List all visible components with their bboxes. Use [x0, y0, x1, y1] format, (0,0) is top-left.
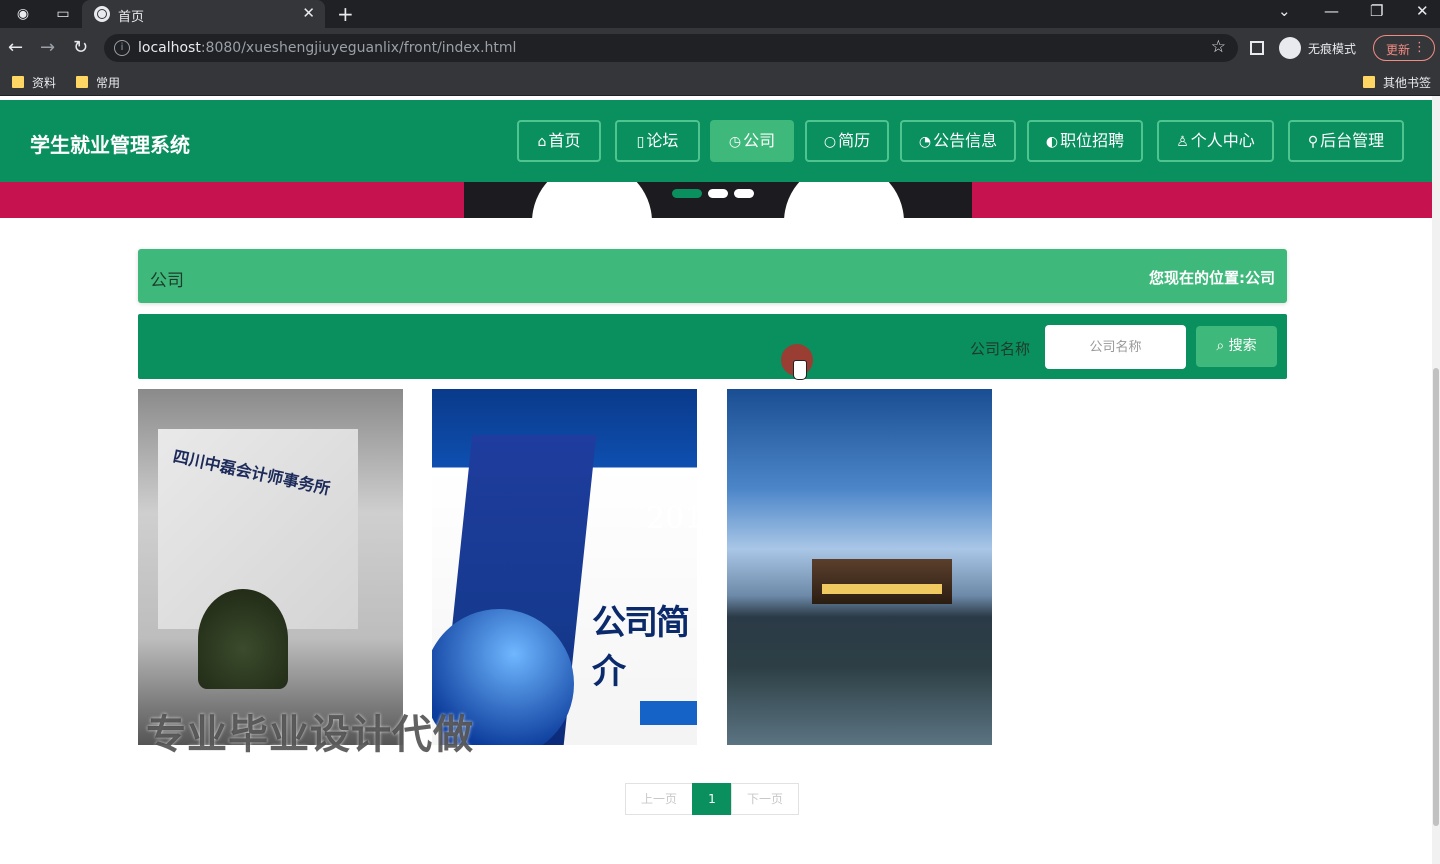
nav-label: 公告信息	[933, 131, 998, 150]
folder-icon	[12, 76, 24, 88]
tab-list-chevron-icon[interactable]: ⌄	[1278, 2, 1291, 20]
breadcrumb-location: 您现在的位置:公司	[1149, 267, 1275, 288]
reload-icon[interactable]: ↻	[73, 37, 88, 59]
card-image-lights	[822, 584, 942, 594]
restore-icon[interactable]: ❐	[1370, 2, 1383, 20]
nav-label: 职位招聘	[1060, 131, 1125, 150]
nav-label: 后台管理	[1320, 131, 1385, 150]
search-label: 公司名称	[970, 340, 1031, 358]
browser-tab[interactable]: 首页 ✕	[82, 0, 325, 28]
search-button[interactable]: ⌕ 搜索	[1196, 326, 1277, 367]
site-info-icon[interactable]: i	[114, 40, 130, 56]
page-number-current[interactable]: 1	[692, 783, 732, 815]
tab-title: 首页	[118, 10, 145, 25]
user-icon: ♙	[1176, 134, 1189, 150]
prev-page-button[interactable]: 上一页	[625, 783, 693, 815]
browser-toolbar: ← → ↻ i localhost:8080/xueshengjiuyeguan…	[0, 28, 1440, 68]
bookmark-folder-ziliao[interactable]: 资料	[12, 74, 56, 91]
update-label: 更新	[1386, 43, 1411, 57]
bookmark-label: 常用	[96, 76, 121, 90]
search-bar: 公司名称 ⌕ 搜索	[138, 314, 1287, 379]
link-icon: ⚲	[1307, 134, 1319, 150]
scrollbar-thumb[interactable]	[1433, 368, 1439, 826]
site-favicon-icon	[94, 6, 110, 22]
hand-cursor-icon	[793, 360, 807, 380]
breadcrumb-location-value: 公司	[1244, 269, 1275, 287]
carousel-dot[interactable]	[734, 189, 754, 198]
update-button[interactable]: 更新 ⋮	[1373, 35, 1435, 61]
close-window-icon[interactable]: ✕	[1416, 2, 1429, 20]
bookmark-label: 资料	[32, 76, 57, 90]
company-card[interactable]: 201X 公司简介	[432, 389, 697, 745]
search-button-label: 搜索	[1228, 338, 1257, 354]
company-card[interactable]: 四川中磊会计师事务所	[138, 389, 403, 745]
nav-company[interactable]: ◷ 公司	[710, 120, 794, 162]
jobs-icon: ◐	[1045, 134, 1059, 150]
url-host: localhost	[138, 40, 201, 56]
browser-tab-bar: ◉ ▭ 首页 ✕ + ⌄ — ❐ ✕	[0, 0, 1440, 28]
banner-image	[464, 182, 972, 218]
folder-icon	[76, 76, 88, 88]
nav-announcements[interactable]: ◔ 公告信息	[900, 120, 1016, 162]
tab-close-icon[interactable]: ✕	[302, 4, 315, 22]
url-path: :8080/xueshengjiuyeguanlix/front/index.h…	[200, 40, 517, 56]
nav-resume[interactable]: ○ 简历	[805, 120, 889, 162]
forum-icon: ▯	[636, 134, 645, 150]
side-panel-icon[interactable]	[1250, 41, 1264, 55]
card-image-year: 201X	[646, 501, 697, 536]
address-bar[interactable]: i localhost:8080/xueshengjiuyeguanlix/fr…	[104, 34, 1238, 62]
carousel-dot[interactable]	[708, 189, 728, 198]
nav-home[interactable]: ⌂ 首页	[517, 120, 601, 162]
banner-shape	[784, 182, 904, 218]
next-page-button[interactable]: 下一页	[731, 783, 799, 815]
nav-label: 首页	[548, 131, 581, 150]
card-image-text: 公司简介	[592, 603, 690, 692]
card-image-bar	[640, 701, 697, 725]
incognito-icon[interactable]	[1279, 37, 1301, 59]
breadcrumb: 公司 您现在的位置:公司	[138, 249, 1287, 303]
company-card[interactable]	[727, 389, 992, 745]
nav-label: 公司	[743, 131, 776, 150]
minimize-icon[interactable]: —	[1324, 2, 1339, 20]
nav-label: 简历	[838, 131, 871, 150]
incognito-label: 无痕模式	[1308, 42, 1357, 56]
announcement-icon: ◔	[918, 134, 932, 150]
globe-icon[interactable]: ◉	[14, 5, 32, 23]
bookmark-folder-changyong[interactable]: 常用	[76, 74, 120, 91]
folder-icon	[1363, 76, 1375, 88]
breadcrumb-location-label: 您现在的位置:	[1148, 269, 1245, 287]
company-name-input[interactable]	[1045, 325, 1186, 369]
nav-label: 个人中心	[1190, 131, 1255, 150]
company-icon: ◷	[728, 134, 742, 150]
tab-search-icon[interactable]: ▭	[54, 5, 72, 23]
nav-forum[interactable]: ▯ 论坛	[615, 120, 700, 162]
menu-dots-icon: ⋮	[1413, 40, 1426, 55]
site-title: 学生就业管理系统	[30, 133, 190, 157]
nav-admin[interactable]: ⚲ 后台管理	[1288, 120, 1404, 162]
resume-icon: ○	[823, 134, 837, 150]
new-tab-icon[interactable]: +	[337, 2, 354, 26]
bookmarks-bar: 资料 常用 其他书签	[0, 68, 1440, 96]
search-icon: ⌕	[1216, 338, 1229, 354]
site-header: 学生就业管理系统 ⌂ 首页 ▯ 论坛 ◷ 公司 ○ 简历 ◔ 公告信息 ◐ 职位招聘 ♙ 个人…	[0, 100, 1432, 182]
card-image-building	[812, 559, 952, 604]
forward-arrow-icon[interactable]: →	[40, 37, 55, 59]
other-bookmarks[interactable]: 其他书签	[1363, 74, 1431, 91]
bookmark-star-icon[interactable]: ☆	[1211, 37, 1226, 57]
page-title: 公司	[150, 271, 184, 291]
back-arrow-icon[interactable]: ←	[8, 37, 23, 59]
banner-shape	[532, 182, 652, 218]
other-bookmarks-label: 其他书签	[1383, 76, 1432, 90]
nav-jobs[interactable]: ◐ 职位招聘	[1027, 120, 1143, 162]
nav-personal-center[interactable]: ♙ 个人中心	[1157, 120, 1274, 162]
banner-carousel[interactable]	[0, 182, 1432, 218]
page-viewport: 学生就业管理系统 ⌂ 首页 ▯ 论坛 ◷ 公司 ○ 简历 ◔ 公告信息 ◐ 职位招聘 ♙ 个人…	[0, 96, 1432, 864]
watermark-text: 专业毕业设计代做	[146, 712, 474, 758]
nav-label: 论坛	[646, 131, 679, 150]
card-image-plant	[198, 589, 288, 689]
home-icon: ⌂	[537, 134, 547, 150]
carousel-dot-active[interactable]	[672, 189, 702, 198]
